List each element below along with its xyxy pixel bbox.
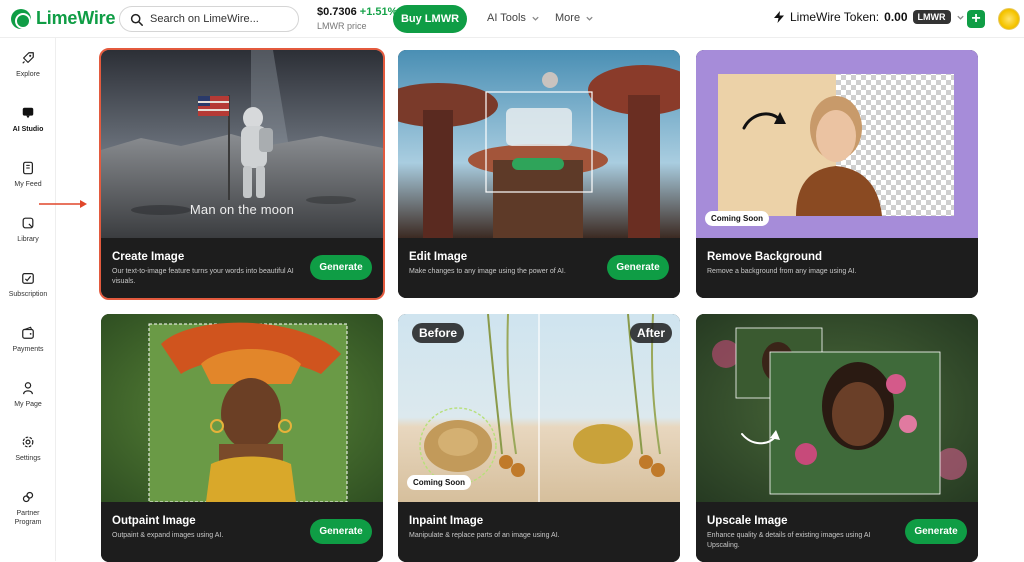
card-footer: Edit Image Make changes to any image usi… <box>398 238 680 298</box>
chevron-down-icon <box>532 16 539 21</box>
library-icon <box>22 217 34 229</box>
card-create-image[interactable]: Man on the moon Create Image Our text-to… <box>99 48 385 300</box>
ai-tools-menu[interactable]: AI Tools <box>487 12 540 24</box>
sidebar-item-label: Settings <box>15 455 41 462</box>
lightning-icon <box>774 11 784 23</box>
card-footer: Upscale Image Enhance quality & details … <box>696 502 978 562</box>
sidebar-item-partner-program[interactable]: Partner Program <box>0 490 56 528</box>
card-edit-image[interactable]: Edit Image Make changes to any image usi… <box>398 50 680 298</box>
more-menu[interactable]: More <box>555 12 594 24</box>
generate-button[interactable]: Generate <box>310 519 372 544</box>
subscription-icon <box>22 273 34 284</box>
sidebar-item-label: Library <box>17 236 39 243</box>
ai-tools-label: AI Tools <box>487 12 526 24</box>
lmwr-price: $0.7306 +1.51% LMWR price <box>317 6 397 31</box>
more-label: More <box>555 12 581 24</box>
sidebar-item-label: My Page <box>14 401 42 408</box>
fantasy-city-image <box>398 50 680 238</box>
wallet-icon <box>22 326 34 339</box>
chevron-down-icon <box>956 15 964 20</box>
limewire-logo-icon <box>11 8 31 29</box>
sidebar-item-label: Explore <box>16 71 40 78</box>
sidebar-item-label: Partner Program <box>14 510 42 526</box>
sidebar-item-label: Payments <box>12 346 44 353</box>
plus-icon: + <box>971 10 981 27</box>
user-icon <box>23 382 33 395</box>
sidebar-item-explore[interactable]: Explore <box>0 51 56 80</box>
card-remove-background[interactable]: Coming Soon Remove Background Remove a b… <box>696 50 978 298</box>
feed-icon <box>23 161 33 175</box>
price-label: LMWR price <box>317 21 367 31</box>
after-label: After <box>629 323 672 343</box>
card-footer: Outpaint Image Outpaint & expand images … <box>101 502 383 562</box>
link-icon <box>22 491 34 503</box>
gear-icon <box>22 436 34 448</box>
card-description: Make changes to any image using the powe… <box>409 268 566 275</box>
sidebar-item-label: AI Studio <box>12 126 44 133</box>
card-outpaint-image[interactable]: Outpaint Image Outpaint & expand images … <box>101 314 383 562</box>
card-title: Outpaint Image <box>112 515 196 527</box>
search-box[interactable] <box>119 6 299 32</box>
card-description: Remove a background from any image using… <box>707 268 857 275</box>
card-upscale-image[interactable]: Upscale Image Enhance quality & details … <box>696 314 978 562</box>
rocket-icon <box>22 52 34 64</box>
token-value: 0.00 <box>884 10 908 24</box>
generate-button[interactable]: Generate <box>607 255 669 280</box>
top-bar: LimeWire $0.7306+1.51% LMWR price Buy LM… <box>0 0 1024 38</box>
card-description: Enhance quality & details of existing im… <box>707 532 871 550</box>
token-balance[interactable]: LimeWire Token: 0.00 LMWR <box>773 10 965 24</box>
prompt-overlay-text: Man on the moon <box>189 202 295 217</box>
sidebar-item-label: My Feed <box>14 181 42 188</box>
generate-button[interactable]: Generate <box>310 255 372 280</box>
sidebar-item-ai-studio[interactable]: AI Studio <box>0 106 56 135</box>
sidebar-item-library[interactable]: Library <box>0 216 56 245</box>
card-footer: Remove Background Remove a background fr… <box>696 238 978 298</box>
user-avatar[interactable] <box>998 8 1020 30</box>
card-inpaint-image[interactable]: Before After Coming Soon Inpaint Image M… <box>398 314 680 562</box>
search-icon <box>130 13 143 26</box>
sidebar-item-my-page[interactable]: My Page <box>0 381 56 410</box>
sidebar-item-payments[interactable]: Payments <box>0 326 56 355</box>
pointer-arrow-icon <box>39 200 87 208</box>
sidebar-item-label: Subscription <box>8 291 48 298</box>
card-description: Outpaint & expand images using AI. <box>112 532 224 539</box>
card-footer: Create Image Our text-to-image feature t… <box>101 238 383 298</box>
card-title: Create Image <box>112 251 185 263</box>
search-input[interactable] <box>150 13 280 25</box>
remove-background-image <box>696 50 978 238</box>
card-footer: Inpaint Image Manipulate & replace parts… <box>398 502 680 562</box>
card-title: Remove Background <box>707 251 823 263</box>
card-title: Inpaint Image <box>409 515 484 527</box>
card-description: Our text-to-image feature turns your wor… <box>112 268 294 286</box>
coming-soon-badge: Coming Soon <box>407 475 471 490</box>
coming-soon-badge: Coming Soon <box>705 211 769 226</box>
card-description: Manipulate & replace parts of an image u… <box>409 532 560 539</box>
sidebar-item-settings[interactable]: Settings <box>0 435 56 464</box>
price-change: +1.51% <box>359 6 398 18</box>
sidebar: Explore AI Studio My Feed Library Subscr… <box>0 38 56 561</box>
chevron-down-icon <box>586 16 593 21</box>
outpaint-portrait-image <box>101 314 383 502</box>
chat-icon <box>22 107 34 119</box>
buy-lmwr-button[interactable]: Buy LMWR <box>393 5 467 33</box>
generate-button[interactable]: Generate <box>905 519 967 544</box>
token-label: LimeWire Token: <box>790 10 880 24</box>
sidebar-item-subscription[interactable]: Subscription <box>0 271 56 300</box>
sidebar-item-my-feed[interactable]: My Feed <box>0 161 56 190</box>
brand-name: LimeWire <box>36 8 116 28</box>
card-title: Upscale Image <box>707 515 788 527</box>
create-plus-button[interactable]: + <box>967 10 985 28</box>
card-title: Edit Image <box>409 251 468 263</box>
upscale-portrait-image <box>696 314 978 502</box>
token-symbol-badge: LMWR <box>912 10 951 24</box>
before-label: Before <box>412 323 465 343</box>
limewire-logo[interactable]: LimeWire <box>11 8 115 29</box>
price-value: $0.7306 <box>317 6 357 18</box>
